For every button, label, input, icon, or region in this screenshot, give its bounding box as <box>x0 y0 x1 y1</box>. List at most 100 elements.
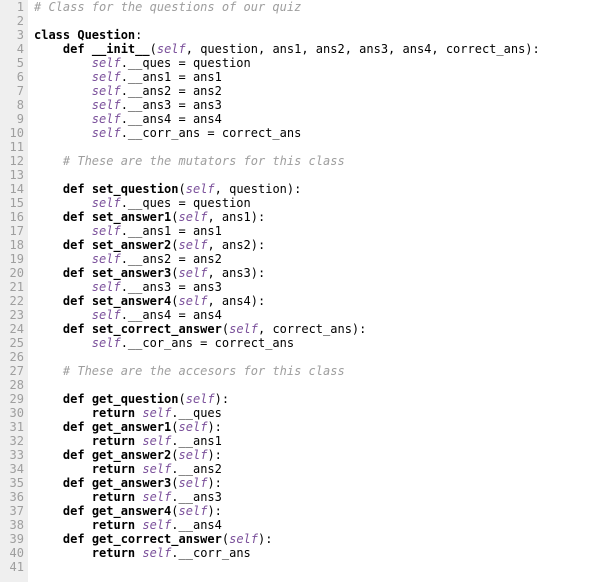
code-line[interactable] <box>34 14 603 28</box>
code-token: get_answer2 <box>92 448 171 462</box>
code-line[interactable]: def get_correct_answer(self): <box>34 532 603 546</box>
code-token <box>34 448 63 462</box>
code-token: __init__ <box>92 42 150 56</box>
code-line[interactable] <box>34 378 603 392</box>
line-number: 3 <box>0 28 24 42</box>
code-token: self <box>186 392 215 406</box>
line-number: 24 <box>0 322 24 336</box>
code-token <box>34 532 63 546</box>
code-line[interactable]: def get_answer3(self): <box>34 476 603 490</box>
code-token: def <box>63 210 92 224</box>
code-line[interactable]: def set_answer3(self, ans3): <box>34 266 603 280</box>
code-token: return <box>92 546 135 560</box>
code-line[interactable]: def get_answer2(self): <box>34 448 603 462</box>
code-line[interactable]: return self.__ans2 <box>34 462 603 476</box>
code-line[interactable]: self.__cor_ans = correct_ans <box>34 336 603 350</box>
line-number: 30 <box>0 406 24 420</box>
code-line[interactable]: self.__ans4 = ans4 <box>34 308 603 322</box>
code-token: # These are the accesors for this class <box>63 364 345 378</box>
code-token <box>34 490 92 504</box>
code-line[interactable] <box>34 350 603 364</box>
line-number: 15 <box>0 196 24 210</box>
line-number: 7 <box>0 84 24 98</box>
code-token <box>34 294 63 308</box>
code-token: return <box>92 462 135 476</box>
code-token <box>34 224 92 238</box>
code-token: , ans2): <box>207 238 265 252</box>
code-token: def <box>63 448 92 462</box>
code-token: .__ans4 = ans4 <box>121 308 222 322</box>
code-token: ( <box>171 476 178 490</box>
code-token: def <box>63 182 92 196</box>
code-token: self <box>92 98 121 112</box>
code-token: get_answer3 <box>92 476 171 490</box>
code-line[interactable]: def set_correct_answer(self, correct_ans… <box>34 322 603 336</box>
code-line[interactable]: class Question: <box>34 28 603 42</box>
code-token: self <box>142 546 171 560</box>
code-token: self <box>142 518 171 532</box>
line-number: 8 <box>0 98 24 112</box>
code-token <box>34 392 63 406</box>
code-token: ( <box>171 210 178 224</box>
code-line[interactable] <box>34 140 603 154</box>
code-line[interactable]: def set_answer4(self, ans4): <box>34 294 603 308</box>
code-token: .__cor_ans = correct_ans <box>121 336 294 350</box>
code-token <box>34 126 92 140</box>
code-line[interactable]: self.__ans3 = ans3 <box>34 98 603 112</box>
code-line[interactable]: self.__ans4 = ans4 <box>34 112 603 126</box>
code-line[interactable]: self.__corr_ans = correct_ans <box>34 126 603 140</box>
code-token: ( <box>171 448 178 462</box>
line-number: 27 <box>0 364 24 378</box>
code-token: .__ans4 <box>171 518 222 532</box>
code-editor[interactable]: 1234567891011121314151617181920212223242… <box>0 0 603 582</box>
code-token <box>34 308 92 322</box>
code-line[interactable]: return self.__ans3 <box>34 490 603 504</box>
code-line[interactable]: return self.__ques <box>34 406 603 420</box>
code-token: self <box>92 252 121 266</box>
code-line[interactable]: return self.__ans4 <box>34 518 603 532</box>
code-line[interactable]: self.__ans1 = ans1 <box>34 224 603 238</box>
line-number: 18 <box>0 238 24 252</box>
code-line[interactable]: self.__ans2 = ans2 <box>34 84 603 98</box>
code-token <box>34 154 63 168</box>
line-number: 26 <box>0 350 24 364</box>
code-line[interactable]: self.__ans2 = ans2 <box>34 252 603 266</box>
code-line[interactable] <box>34 168 603 182</box>
code-line[interactable]: self.__ans3 = ans3 <box>34 280 603 294</box>
code-token: .__ans2 <box>171 462 222 476</box>
code-token: self <box>142 490 171 504</box>
code-line[interactable]: def set_answer2(self, ans2): <box>34 238 603 252</box>
code-line[interactable]: # These are the mutators for this class <box>34 154 603 168</box>
code-token: ( <box>171 266 178 280</box>
code-line[interactable]: self.__ans1 = ans1 <box>34 70 603 84</box>
code-line[interactable]: # Class for the questions of our quiz <box>34 0 603 14</box>
code-token: self <box>179 448 208 462</box>
code-token: ( <box>171 420 178 434</box>
code-line[interactable]: # These are the accesors for this class <box>34 364 603 378</box>
line-number: 17 <box>0 224 24 238</box>
code-token: self <box>92 126 121 140</box>
code-token: .__ans2 = ans2 <box>121 84 222 98</box>
code-token <box>34 504 63 518</box>
code-line[interactable]: def set_answer1(self, ans1): <box>34 210 603 224</box>
code-line[interactable]: def get_question(self): <box>34 392 603 406</box>
code-token: , ans3): <box>207 266 265 280</box>
code-token: self <box>179 266 208 280</box>
code-token: ( <box>222 532 229 546</box>
code-token: ): <box>207 504 221 518</box>
code-line[interactable]: def get_answer4(self): <box>34 504 603 518</box>
code-line[interactable] <box>34 560 603 574</box>
code-line[interactable]: def set_question(self, question): <box>34 182 603 196</box>
code-line[interactable]: self.__ques = question <box>34 196 603 210</box>
code-line[interactable]: self.__ques = question <box>34 56 603 70</box>
code-area[interactable]: # Class for the questions of our quiz cla… <box>28 0 603 582</box>
code-line[interactable]: return self.__ans1 <box>34 434 603 448</box>
code-line[interactable]: def get_answer1(self): <box>34 420 603 434</box>
code-token <box>34 266 63 280</box>
code-token: , ans1): <box>207 210 265 224</box>
line-number: 10 <box>0 126 24 140</box>
code-line[interactable]: def __init__(self, question, ans1, ans2,… <box>34 42 603 56</box>
code-line[interactable]: return self.__corr_ans <box>34 546 603 560</box>
code-token: self <box>92 224 121 238</box>
code-token: self <box>92 196 121 210</box>
